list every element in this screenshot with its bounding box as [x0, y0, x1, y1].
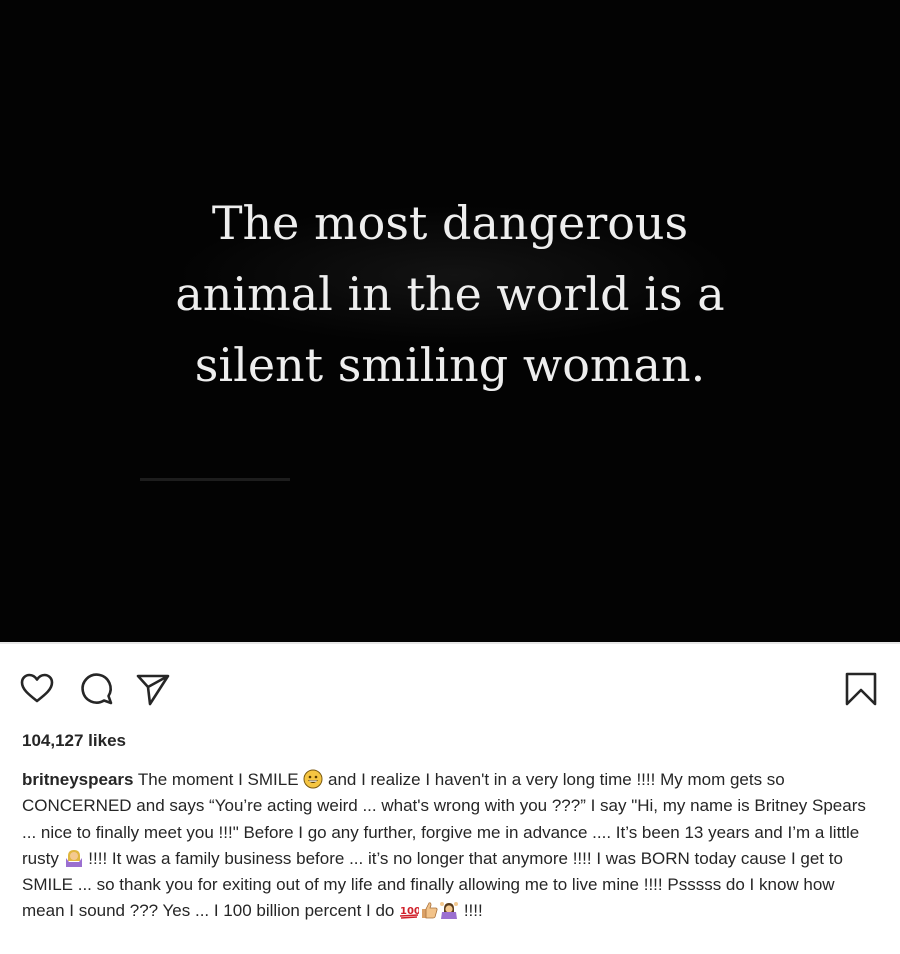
post-image[interactable]: The most dangerous animal in the world i… — [0, 0, 900, 642]
action-bar — [0, 664, 900, 714]
heart-icon[interactable] — [18, 670, 56, 708]
bookmark-icon[interactable] — [842, 670, 880, 708]
thumbs-up-icon — [419, 900, 439, 920]
username-link[interactable]: britneyspears — [22, 770, 134, 789]
quote-line: animal in the world is a — [175, 267, 725, 321]
caption-text: !!!! — [459, 901, 483, 921]
hundred-points-icon: 100 — [399, 900, 421, 920]
divider — [0, 642, 900, 644]
comment-bubble-icon[interactable] — [78, 670, 116, 708]
shrugging-woman-icon — [64, 848, 84, 868]
likes-count[interactable]: 104,127 likes — [22, 731, 126, 751]
caption-text: The moment I SMILE — [133, 770, 304, 789]
quote-text: The most dangerous animal in the world i… — [100, 188, 800, 401]
quote-line: silent smiling woman. — [194, 338, 706, 392]
grinning-face-icon — [303, 769, 323, 789]
woman-raising-hands-icon — [439, 900, 459, 920]
background-decoration — [140, 478, 290, 481]
quote-line: The most dangerous — [211, 196, 689, 250]
post-caption: britneyspears The moment I SMILE and I r… — [22, 767, 880, 925]
send-paper-plane-icon[interactable] — [134, 670, 172, 708]
